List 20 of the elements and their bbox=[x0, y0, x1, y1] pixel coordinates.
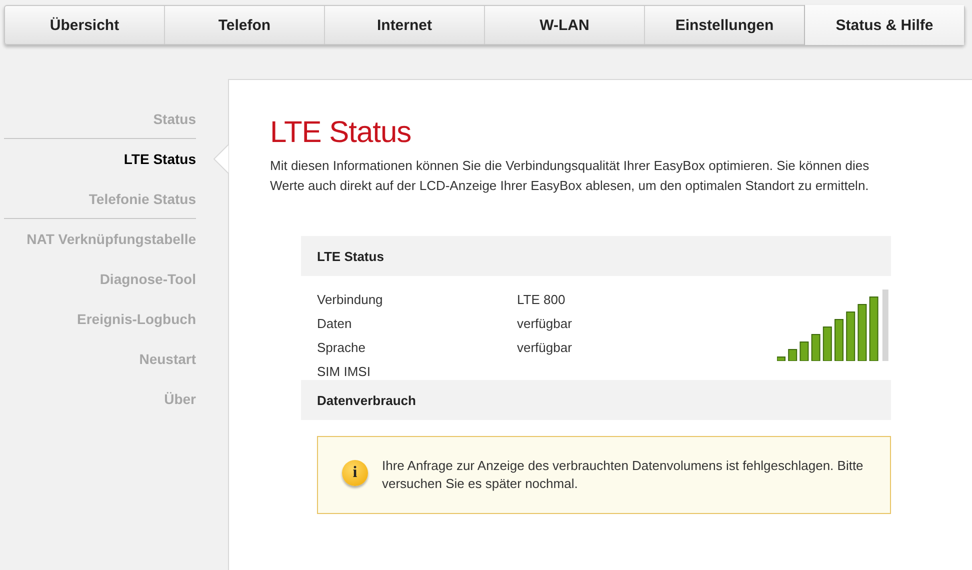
page-title: LTE Status bbox=[270, 116, 412, 150]
field-label: Daten bbox=[317, 316, 353, 332]
field-label: SIM IMSI bbox=[317, 364, 372, 380]
signal-strength-icon bbox=[777, 289, 891, 361]
info-icon: i bbox=[342, 460, 368, 486]
sidebar-item[interactable]: LTE Status bbox=[124, 151, 196, 167]
nav-tab[interactable]: Telefon bbox=[164, 6, 324, 44]
field-label: Verbindung bbox=[317, 292, 384, 308]
field-value: LTE 800 bbox=[517, 292, 566, 308]
description-text: Mit diesen Informationen können Sie die Verbindungsqualität Ihrer EasyBox optimieren. Sie können dies Werte auch direkt auf der LCD-Anzeige Ihrer EasyBox ablesen, um den optimalen Standort zu ermitteln. bbox=[270, 157, 870, 195]
field-value: verfügbar bbox=[517, 316, 573, 332]
section-title: Datenverbrauch bbox=[317, 392, 416, 408]
nav-tab[interactable]: Internet bbox=[324, 6, 484, 44]
field-label: Sprache bbox=[317, 340, 366, 356]
nav-tab[interactable]: Übersicht bbox=[5, 6, 164, 44]
nav-tab[interactable]: Status & Hilfe bbox=[804, 5, 964, 45]
nav-tab[interactable]: W-LAN bbox=[484, 6, 644, 44]
section-title: LTE Status bbox=[317, 248, 384, 264]
field-value: verfügbar bbox=[517, 340, 573, 356]
notice-message: Ihre Anfrage zur Anzeige des verbrauchten Datenvolumens ist fehlgeschlagen. Bitte versuchen Sie es später nochmal. bbox=[382, 457, 864, 493]
